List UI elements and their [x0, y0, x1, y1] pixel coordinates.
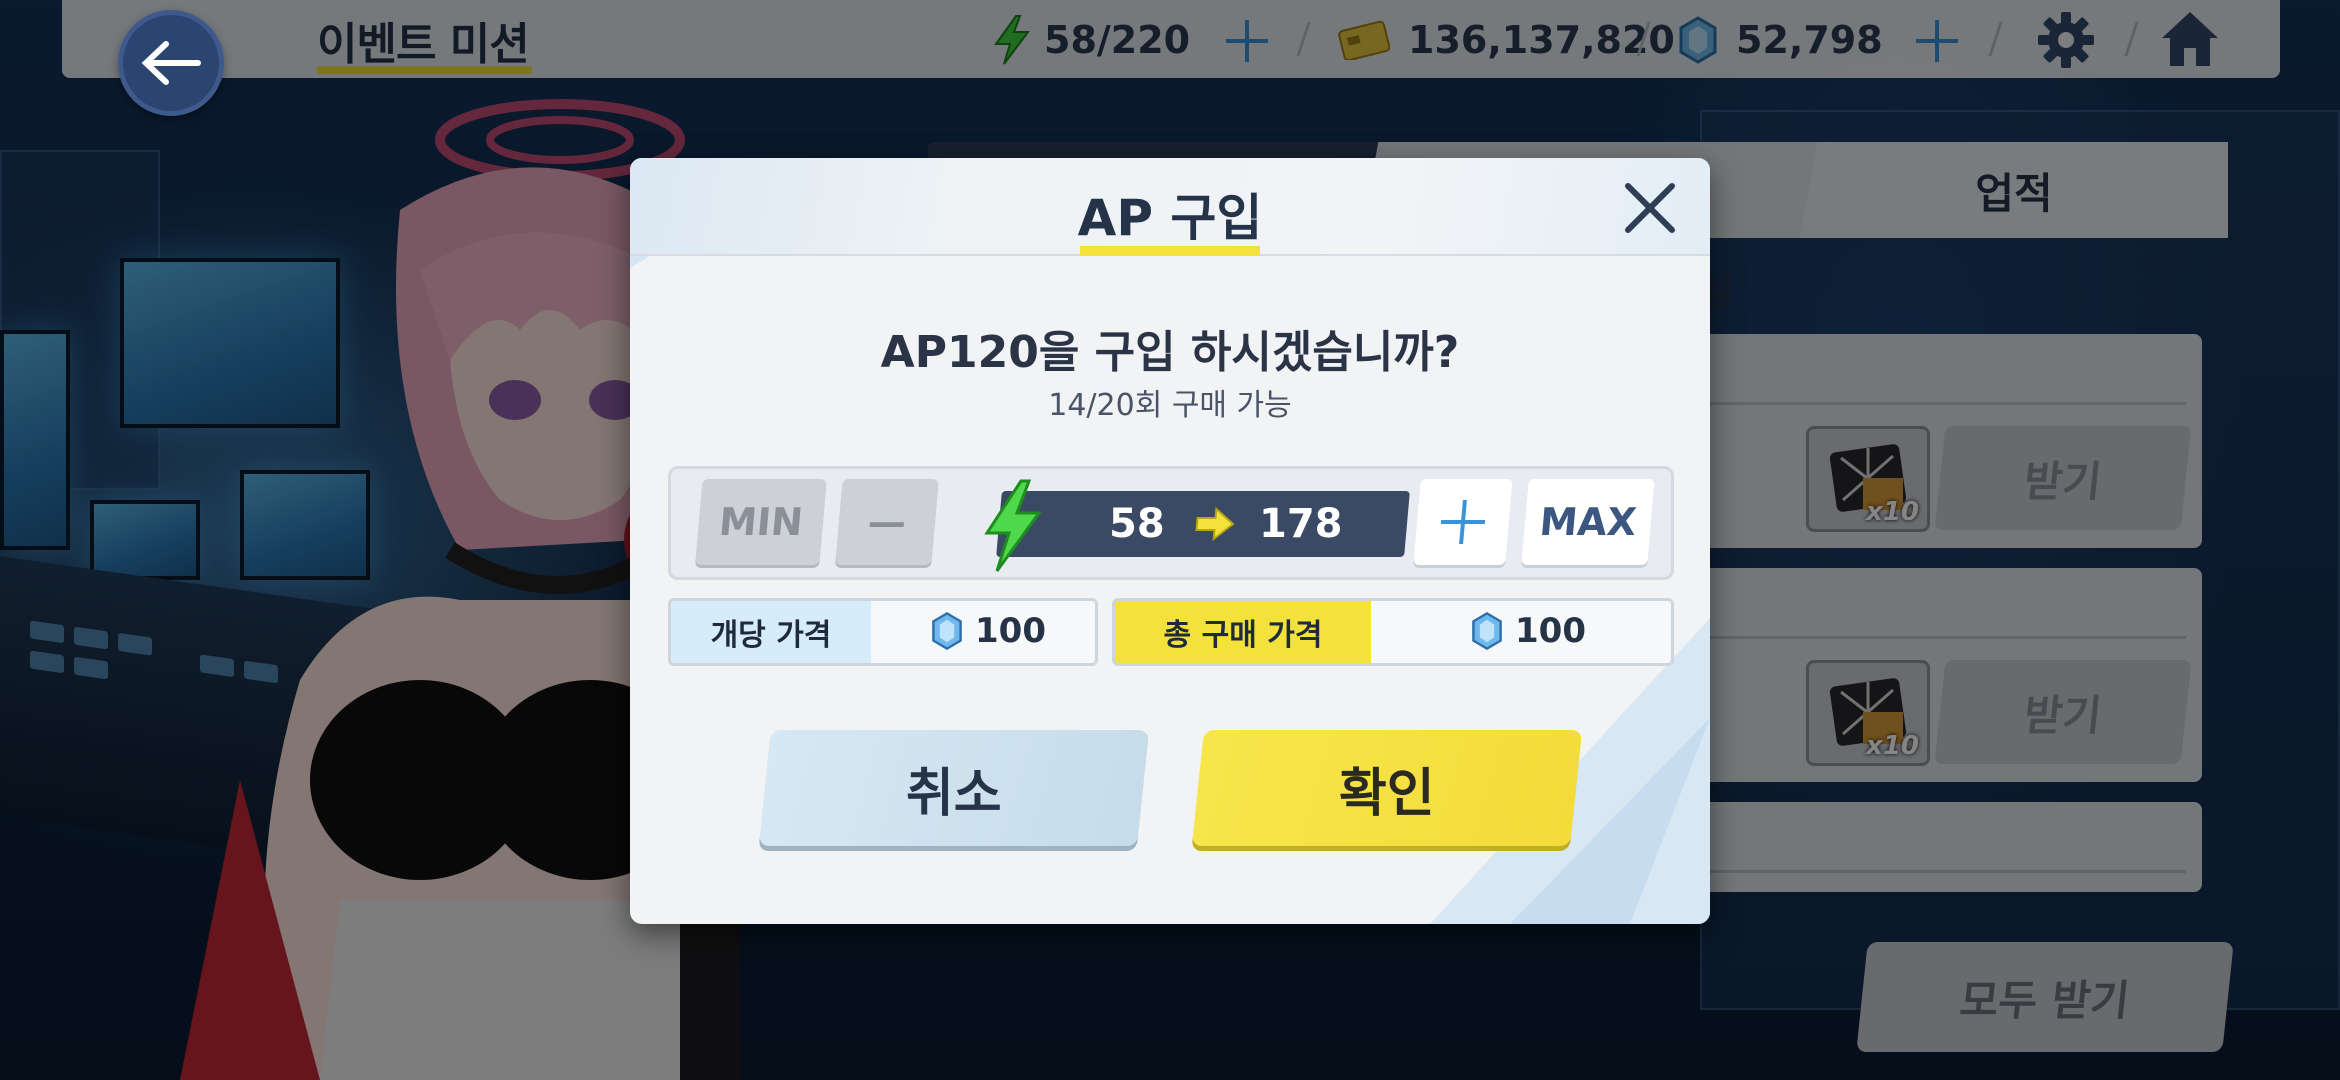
ap-purchase-dialog: AP 구입 AP120을 구입 하시겠습니까? 14/20회 구매 가능 MIN… [630, 158, 1710, 924]
unit-price: 100 [931, 611, 1046, 651]
ap-result-value: 178 [1259, 501, 1343, 547]
arrow-right-icon [1195, 507, 1235, 541]
purchase-limit: 14/20회 구매 가능 [1048, 388, 1292, 423]
confirm-label: 확인 [1339, 763, 1435, 824]
ap-current-value: 58 [1109, 501, 1165, 547]
back-button[interactable] [118, 10, 224, 116]
purchase-question: AP120을 구입 하시겠습니까? [880, 327, 1460, 378]
title-underline [1080, 246, 1260, 256]
cancel-button[interactable]: 취소 [758, 730, 1150, 846]
max-button[interactable]: MAX [1521, 479, 1655, 565]
dialog-title: AP 구입 [1077, 189, 1263, 247]
back-arrow-icon [141, 41, 201, 85]
unit-price-box: 개당 가격 100 [668, 598, 1098, 666]
gem-icon [932, 612, 962, 650]
quantity-selector: MIN — 58 178 MAX [668, 466, 1674, 580]
total-price-label: 총 구매 가격 [1115, 601, 1371, 663]
max-label: MAX [1537, 500, 1639, 544]
ap-preview-bar: 58 178 [996, 491, 1410, 557]
cancel-label: 취소 [906, 763, 1002, 824]
minus-label: — [866, 500, 908, 544]
lightning-icon [984, 479, 1042, 572]
close-icon[interactable] [1620, 178, 1680, 238]
plus-icon [1440, 500, 1486, 544]
min-label: MIN [717, 500, 805, 544]
gem-icon [1472, 612, 1502, 650]
total-price: 100 [1471, 611, 1586, 651]
plus-button[interactable] [1413, 479, 1513, 565]
total-price-value: 100 [1515, 611, 1586, 651]
unit-price-value: 100 [975, 611, 1046, 651]
confirm-button[interactable]: 확인 [1191, 730, 1583, 846]
unit-price-label: 개당 가격 [671, 601, 871, 663]
min-button[interactable]: MIN [695, 479, 827, 565]
total-price-box: 총 구매 가격 100 [1112, 598, 1674, 666]
minus-button[interactable]: — [835, 479, 939, 565]
